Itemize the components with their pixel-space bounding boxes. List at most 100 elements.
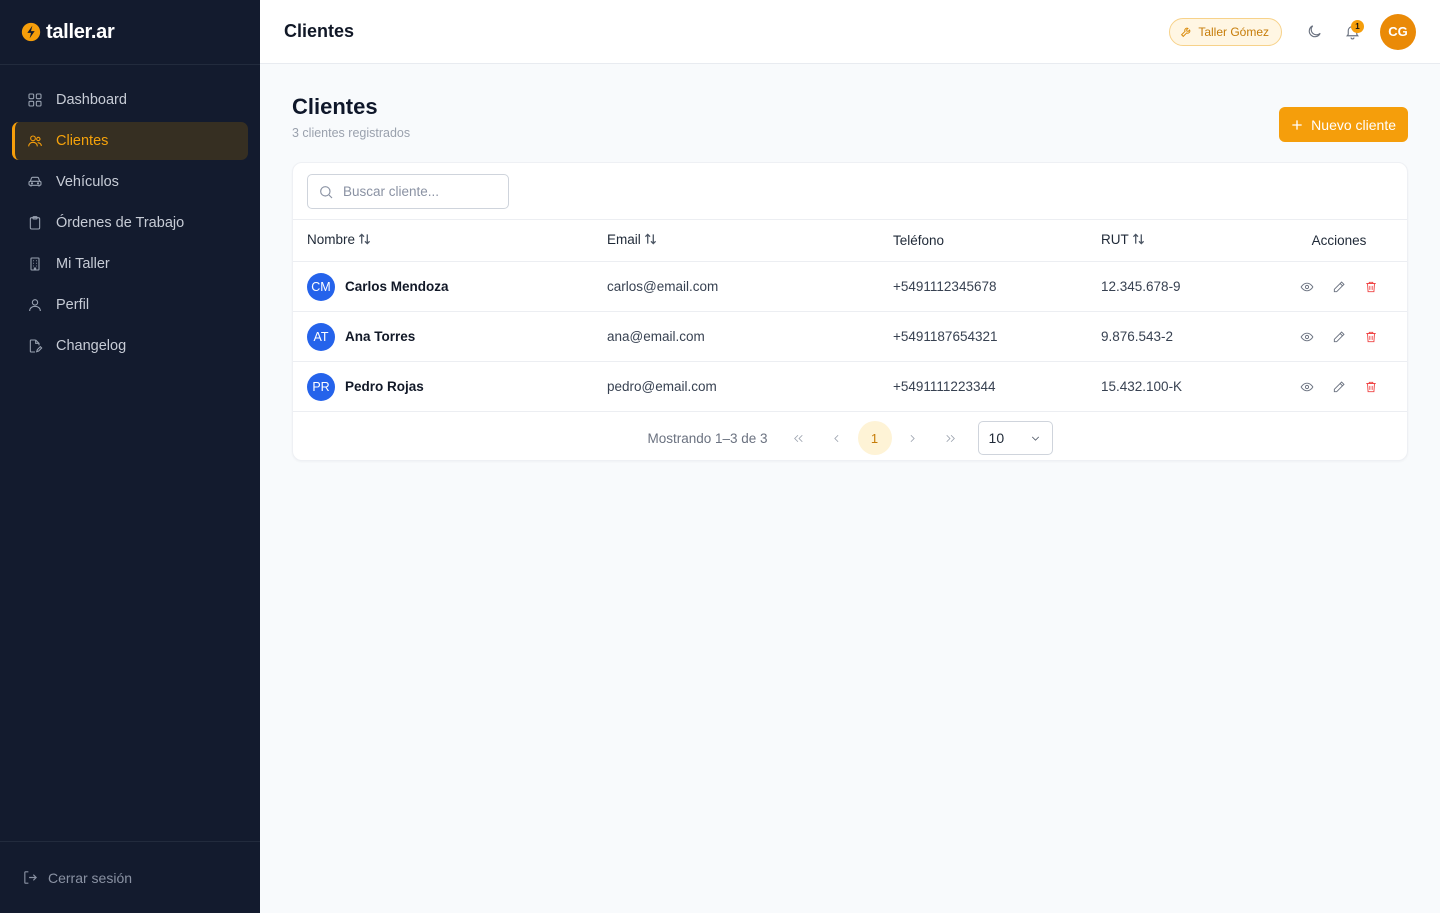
view-button[interactable] — [1298, 328, 1316, 346]
chevron-down-icon — [1031, 436, 1039, 441]
sidebar-item-label: Clientes — [56, 133, 109, 149]
eye-icon — [1300, 282, 1314, 291]
brand-name: taller.ar — [46, 20, 115, 43]
sidebar-item-perfil[interactable]: Perfil — [12, 286, 248, 324]
client-avatar: CM — [307, 272, 335, 301]
plus-icon — [1292, 119, 1302, 130]
client-phone: +5491111223344 — [893, 361, 1101, 412]
delete-button[interactable] — [1362, 328, 1380, 346]
chevrons-right-icon — [946, 434, 955, 442]
page-subtitle: 3 clientes registrados — [292, 126, 411, 140]
topbar-title: Clientes — [284, 21, 355, 41]
column-header-rut[interactable]: RUT — [1101, 219, 1271, 262]
client-rut: 15.432.100-K — [1101, 361, 1271, 412]
table-header-row: Nombre Email Teléfono RUT Acciones — [293, 219, 1407, 262]
topbar: Clientes Taller Gómez 1 CG — [260, 0, 1440, 64]
search-input[interactable] — [343, 184, 493, 199]
edit-button[interactable] — [1330, 378, 1348, 396]
edit-button[interactable] — [1330, 278, 1348, 296]
brand[interactable]: taller.ar — [0, 0, 260, 65]
view-button[interactable] — [1298, 378, 1316, 396]
client-email: carlos@email.com — [607, 261, 893, 312]
pencil-icon — [1333, 330, 1345, 342]
taller-chip-label: Taller Gómez — [1198, 24, 1269, 39]
new-client-label: Nuevo cliente — [1311, 116, 1396, 133]
client-rut: 12.345.678-9 — [1101, 261, 1271, 312]
client-phone: +5491187654321 — [893, 311, 1101, 362]
sort-icon — [1132, 232, 1145, 249]
column-header-nombre[interactable]: Nombre — [293, 219, 607, 262]
client-avatar: PR — [307, 372, 335, 401]
sidebar-item-label: Vehículos — [56, 174, 119, 190]
column-header-telefono: Teléfono — [893, 219, 1101, 262]
page-title: Clientes — [292, 94, 378, 119]
sidebar-item-label: Mi Taller — [56, 256, 110, 272]
sidebar-item-mi-taller[interactable]: Mi Taller — [12, 245, 248, 283]
car-icon — [26, 173, 44, 191]
building-icon — [26, 255, 44, 273]
eye-icon — [1300, 332, 1314, 341]
next-page-button[interactable] — [896, 421, 930, 455]
sidebar-item-clientes[interactable]: Clientes — [12, 122, 248, 160]
client-avatar: AT — [307, 322, 335, 351]
sidebar-item-label: Órdenes de Trabajo — [56, 215, 185, 231]
brand-logo-icon — [21, 22, 41, 42]
client-name: Carlos Mendoza — [345, 279, 449, 294]
taller-chip[interactable]: Taller Gómez — [1169, 17, 1282, 46]
table-row[interactable]: CM Carlos Mendoza carlos@email.com +54911… — [293, 261, 1407, 312]
sidebar-item-ordenes[interactable]: Órdenes de Trabajo — [12, 204, 248, 242]
sidebar-nav: Dashboard Clientes Vehículos Órdenes de … — [0, 65, 260, 841]
sort-icon — [644, 232, 657, 249]
search-icon — [320, 185, 333, 198]
chevron-left-icon — [834, 434, 839, 442]
grid-icon — [26, 91, 44, 109]
notifications-button[interactable]: 1 — [1336, 16, 1368, 48]
eye-icon — [1300, 382, 1314, 391]
page-size-select[interactable]: 10 — [977, 421, 1053, 455]
column-header-email[interactable]: Email — [607, 219, 893, 262]
client-email: ana@email.com — [607, 311, 893, 362]
pagination-summary: Mostrando 1–3 de 3 — [647, 430, 768, 446]
sidebar-item-changelog[interactable]: Changelog — [12, 327, 248, 365]
sidebar-item-label: Perfil — [56, 297, 90, 313]
client-name: Ana Torres — [345, 329, 416, 344]
moon-icon — [1308, 25, 1321, 38]
clients-table: Nombre Email Teléfono RUT Acciones CM Car… — [293, 219, 1407, 412]
delete-button[interactable] — [1362, 278, 1380, 296]
file-edit-icon — [26, 337, 44, 355]
theme-toggle-button[interactable] — [1298, 16, 1330, 48]
trash-icon — [1366, 381, 1376, 392]
last-page-button[interactable] — [934, 421, 968, 455]
chevron-right-icon — [910, 434, 915, 442]
user-icon — [26, 296, 44, 314]
clipboard-icon — [26, 214, 44, 232]
client-rut: 9.876.543-2 — [1101, 311, 1271, 362]
client-name: Pedro Rojas — [345, 379, 424, 394]
search-box — [307, 174, 509, 209]
edit-button[interactable] — [1330, 328, 1348, 346]
first-page-button[interactable] — [782, 421, 816, 455]
logout-button[interactable]: Cerrar sesión — [0, 841, 260, 913]
sort-icon — [358, 232, 371, 249]
sidebar: taller.ar Dashboard Clientes Vehículos Ó… — [0, 0, 260, 913]
sidebar-item-vehiculos[interactable]: Vehículos — [12, 163, 248, 201]
clients-card: Nombre Email Teléfono RUT Acciones CM Car… — [292, 162, 1408, 461]
pencil-icon — [1333, 380, 1345, 392]
user-avatar[interactable]: CG — [1380, 13, 1416, 50]
delete-button[interactable] — [1362, 378, 1380, 396]
page-header: Clientes 3 clientes registrados Nuevo cl… — [292, 94, 1408, 146]
table-row[interactable]: AT Ana Torres ana@email.com +549118765432… — [293, 311, 1407, 362]
trash-icon — [1366, 281, 1376, 292]
chevrons-left-icon — [794, 434, 803, 442]
sidebar-item-label: Changelog — [56, 338, 127, 354]
table-row[interactable]: PR Pedro Rojas pedro@email.com +549111122… — [293, 361, 1407, 412]
prev-page-button[interactable] — [820, 421, 854, 455]
page-number-button[interactable]: 1 — [857, 421, 892, 455]
pagination: Mostrando 1–3 de 3 1 10 — [293, 418, 1407, 458]
client-email: pedro@email.com — [607, 361, 893, 412]
sidebar-item-dashboard[interactable]: Dashboard — [12, 81, 248, 119]
view-button[interactable] — [1298, 278, 1316, 296]
logout-label: Cerrar sesión — [48, 869, 133, 886]
new-client-button[interactable]: Nuevo cliente — [1279, 107, 1408, 142]
notifications-badge: 1 — [1351, 19, 1364, 33]
